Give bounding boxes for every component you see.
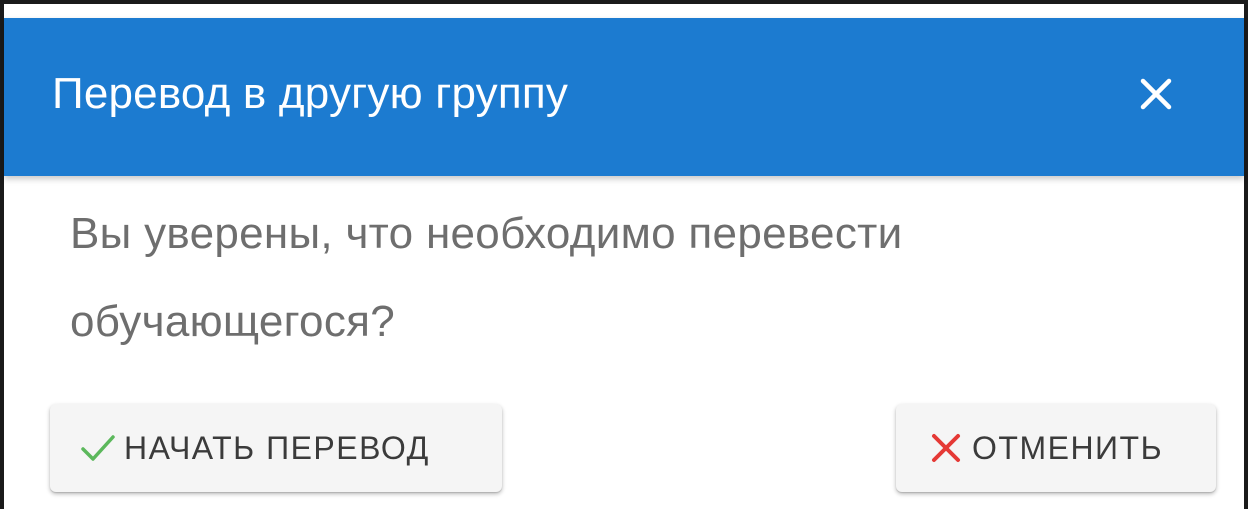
start-transfer-button[interactable]: НАЧАТЬ ПЕРЕВОД xyxy=(50,404,502,492)
transfer-dialog: Перевод в другую группу Вы уверены, что … xyxy=(4,18,1244,509)
check-icon xyxy=(78,428,118,468)
window-edge-top xyxy=(0,0,1248,4)
screen: Перевод в другую группу Вы уверены, что … xyxy=(0,0,1248,509)
dialog-message: Вы уверены, что необходимо перевести обу… xyxy=(70,209,903,346)
dialog-header: Перевод в другую группу xyxy=(4,18,1244,176)
close-icon xyxy=(1140,78,1172,110)
cancel-button[interactable]: ОТМЕНИТЬ xyxy=(896,404,1216,492)
cancel-label: ОТМЕНИТЬ xyxy=(972,429,1164,466)
dialog-title: Перевод в другую группу xyxy=(52,69,569,118)
dialog-close-button[interactable] xyxy=(1128,66,1184,122)
close-icon xyxy=(926,428,966,468)
window-edge-right xyxy=(1244,0,1248,509)
start-transfer-label: НАЧАТЬ ПЕРЕВОД xyxy=(124,429,430,466)
